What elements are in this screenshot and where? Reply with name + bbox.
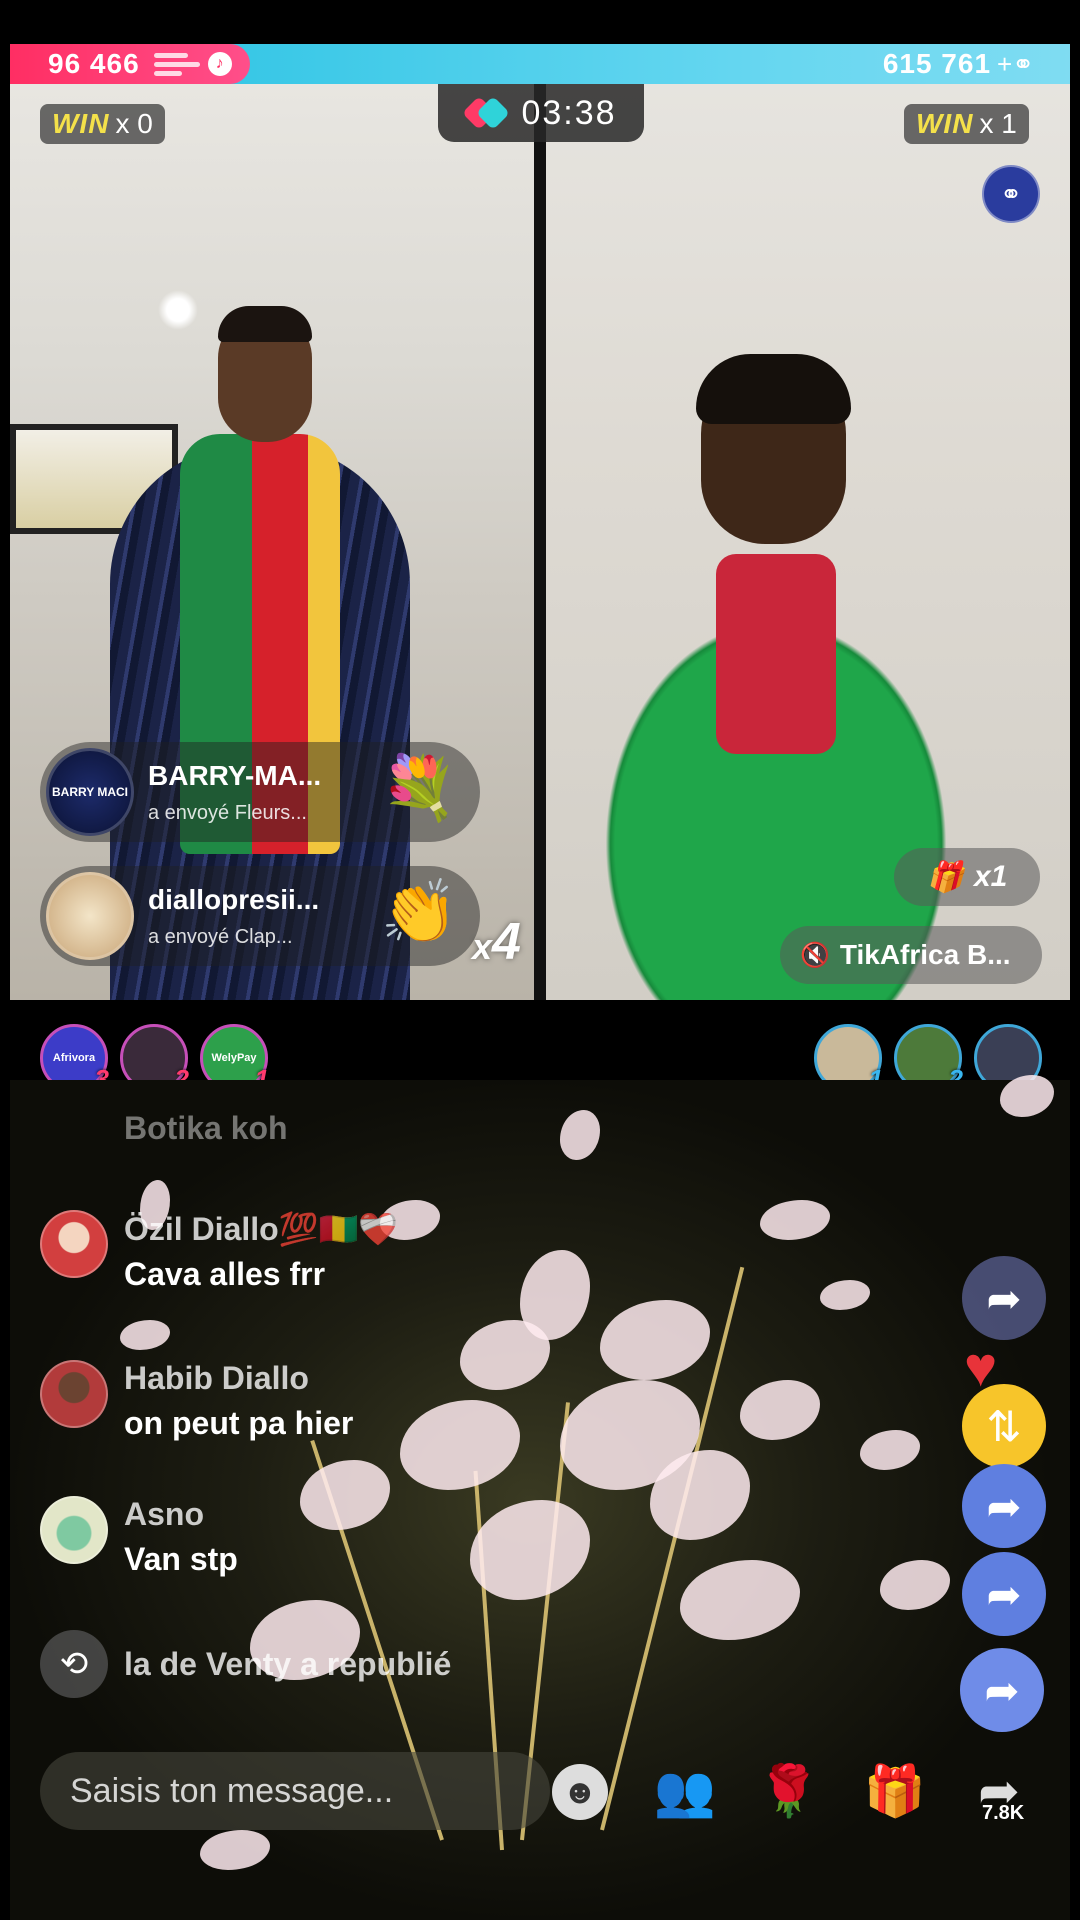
left-score: 96 466 — [48, 48, 140, 79]
chat-username: Botika koh — [124, 1110, 288, 1146]
gift-box-count: x1 — [973, 860, 1008, 893]
gift-notification[interactable]: diallopresii... a envoyé Clap... 👏 — [40, 866, 480, 966]
left-host-video[interactable] — [10, 84, 534, 1000]
repost-notice: ⟲ la de Venty a republié — [40, 1630, 451, 1698]
gift-sender-name: BARRY-MA... — [148, 759, 322, 791]
chat-message[interactable]: Botika koh — [40, 1110, 288, 1178]
chat-message[interactable]: Asno Van stp — [40, 1496, 238, 1578]
battle-timer: 03:38 — [438, 84, 644, 142]
share-bubble[interactable]: ➦ — [962, 1256, 1046, 1340]
win-label: WIN — [52, 108, 110, 139]
win-count: x 0 — [115, 108, 153, 139]
gift-box-pill[interactable]: 🎁 x1 — [894, 848, 1040, 906]
avatar: BARRY MACI — [46, 748, 134, 836]
repost-bubble[interactable]: ⇅ — [962, 1384, 1046, 1468]
tiktok-badge-icon: ♪ — [207, 52, 232, 76]
gift-description: a envoyé Clap... — [148, 925, 293, 948]
gift-box-icon: 🎁 — [926, 860, 964, 894]
chat-text: Cava alles frr — [124, 1256, 326, 1292]
chat-message[interactable]: Habib Diallo on peut pa hier — [40, 1360, 353, 1442]
supporter-label: Afrivora — [52, 1052, 96, 1064]
gift-icon[interactable]: 🎁 — [862, 1758, 928, 1824]
message-input-placeholder: Saisis ton message... — [70, 1771, 394, 1810]
gift-notification[interactable]: BARRY MACI BARRY-MA... a envoyé Fleurs..… — [40, 742, 480, 842]
chat-text: on peut pa hier — [124, 1405, 354, 1441]
left-win-badge: WIN x 0 — [40, 104, 165, 144]
right-score-segment: 615 761 +⚭ — [230, 44, 1070, 84]
gift-sender-name: diallopresii... — [148, 883, 320, 915]
ceiling-light — [158, 290, 198, 330]
left-host-hair — [218, 306, 312, 342]
share-bubble[interactable]: ➦ — [962, 1552, 1046, 1636]
repost-icon: ⟲ — [40, 1630, 108, 1698]
chat-text: Van stp — [124, 1541, 238, 1577]
speed-streaks-icon — [153, 52, 200, 76]
right-host-hair — [696, 354, 851, 424]
gift-description: a envoyé Fleurs... — [148, 801, 307, 824]
emoji-icon[interactable]: ☻ — [552, 1764, 608, 1820]
multi-guest-icon[interactable]: 👥 — [652, 1758, 718, 1824]
combo-count: 4 — [492, 913, 521, 971]
timer-text: 03:38 — [521, 93, 617, 132]
mask-icon: +⚭ — [997, 48, 1034, 79]
rose-icon[interactable]: 🌹 — [756, 1758, 822, 1824]
opponent-creator-pill[interactable]: 🔇 TikAfrica B... — [780, 926, 1042, 984]
supporter-label: WelyPay — [211, 1052, 257, 1064]
chat-username: Asno — [124, 1496, 204, 1532]
battle-score-bar: 96 466 ♪ 615 761 +⚭ — [10, 44, 1070, 84]
avatar[interactable] — [40, 1496, 108, 1564]
share-bubble[interactable]: ➦ — [960, 1648, 1044, 1732]
chat-username: Habib Diallo — [124, 1360, 309, 1396]
avatar-label: BARRY MACI — [51, 785, 128, 799]
gift-combo-counter: x4 — [472, 912, 521, 972]
left-score-segment: 96 466 ♪ — [10, 44, 250, 84]
win-label: WIN — [916, 108, 974, 139]
avatar — [46, 872, 134, 960]
share-bubble[interactable]: ➦ — [962, 1464, 1046, 1548]
muted-speaker-icon[interactable]: 🔇 — [800, 941, 830, 970]
opponent-creator-name: TikAfrica B... — [839, 939, 1011, 970]
avatar[interactable] — [40, 1210, 108, 1278]
bouquet-icon: 💐 — [380, 754, 458, 823]
avatar[interactable] — [40, 1360, 108, 1428]
repost-text: la de Venty a republié — [124, 1645, 452, 1682]
panel-divider — [534, 84, 546, 1000]
combo-prefix: x — [472, 926, 493, 967]
right-win-badge: WIN x 1 — [904, 104, 1029, 144]
right-host-red-top — [716, 554, 836, 754]
anonymous-mask-button[interactable]: ⚭ — [982, 165, 1040, 223]
share-count: 7.8K — [982, 1802, 1025, 1824]
message-input[interactable]: Saisis ton message... — [40, 1752, 550, 1830]
chat-message[interactable]: Özil Diallo💯🇬🇳❤️‍🩹 Cava alles frr — [40, 1210, 398, 1293]
win-count: x 1 — [979, 108, 1017, 139]
chat-username: Özil Diallo💯🇬🇳❤️‍🩹 — [124, 1211, 399, 1247]
clap-icon: 👏 — [380, 878, 458, 947]
battle-icon — [462, 96, 511, 130]
right-score: 615 761 — [882, 48, 992, 79]
